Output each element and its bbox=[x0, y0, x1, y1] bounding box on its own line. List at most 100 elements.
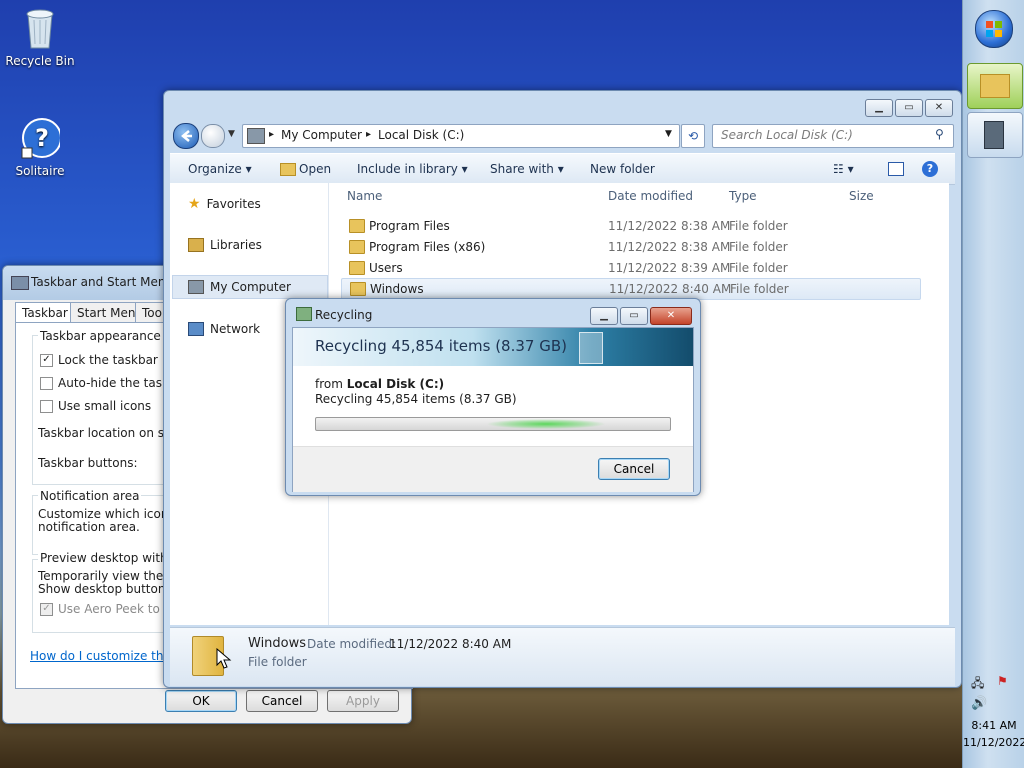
column-name[interactable]: Name bbox=[347, 189, 382, 203]
nav-my-computer[interactable]: My Computer bbox=[188, 280, 291, 294]
minimize-button[interactable]: ▁ bbox=[865, 99, 893, 117]
folder-icon bbox=[350, 282, 366, 296]
maximize-button[interactable]: ▭ bbox=[895, 99, 923, 117]
nav-favorites-label: Favorites bbox=[206, 197, 261, 211]
appearance-heading: Taskbar appearance bbox=[38, 329, 163, 343]
folder-icon bbox=[349, 240, 365, 254]
maximize-button[interactable]: ▭ bbox=[620, 307, 648, 325]
solitaire-desktop-icon[interactable]: ? Solitaire bbox=[0, 116, 80, 178]
preview-pane-icon[interactable] bbox=[888, 162, 904, 176]
recycle-icon bbox=[296, 307, 312, 321]
solitaire-label: Solitaire bbox=[15, 164, 65, 178]
nav-libraries-label: Libraries bbox=[210, 238, 262, 252]
details-pane: Windows Date modified: 11/12/2022 8:40 A… bbox=[170, 627, 955, 686]
ok-button[interactable]: OK bbox=[165, 690, 237, 712]
taskbar-properties-icon bbox=[984, 121, 1004, 149]
back-button[interactable] bbox=[173, 123, 199, 149]
recycle-bin-desktop-icon[interactable]: Recycle Bin bbox=[0, 6, 80, 68]
recycling-headline: Recycling 45,854 items (8.37 GB) bbox=[315, 337, 567, 355]
address-bar[interactable]: ▸ My Computer ▸ Local Disk (C:) ▼ bbox=[242, 124, 680, 148]
lock-taskbar-option[interactable]: ✓ Lock the taskbar bbox=[40, 353, 158, 367]
nav-network[interactable]: Network bbox=[188, 322, 260, 336]
column-date-modified[interactable]: Date modified bbox=[608, 189, 693, 203]
recent-pages-chevron-icon[interactable]: ▼ bbox=[228, 129, 235, 139]
folder-icon bbox=[349, 219, 365, 233]
new-folder-button[interactable]: New folder bbox=[590, 162, 655, 176]
autohide-checkbox[interactable] bbox=[40, 376, 53, 390]
share-with-menu[interactable]: Share with ▾ bbox=[490, 162, 564, 176]
column-type[interactable]: Type bbox=[729, 189, 757, 203]
details-date-value: 11/12/2022 8:40 AM bbox=[389, 637, 512, 651]
folder-icon bbox=[349, 261, 365, 275]
taskbar-icon bbox=[11, 276, 29, 290]
recycling-title-buttons: ▁ ▭ ✕ bbox=[590, 307, 692, 325]
close-button[interactable]: ✕ bbox=[925, 99, 953, 117]
from-value: Local Disk (C:) bbox=[346, 377, 445, 391]
start-button[interactable] bbox=[975, 10, 1013, 48]
small-icons-checkbox[interactable] bbox=[40, 399, 53, 413]
refresh-button[interactable]: ⟲ bbox=[681, 124, 705, 148]
aero-peek-checkbox[interactable]: ✓ bbox=[40, 602, 53, 616]
clock-date[interactable]: 11/12/2022 bbox=[963, 736, 1024, 749]
network-tray-icon[interactable]: 🖧 bbox=[971, 674, 984, 695]
table-row[interactable]: Program Files 11/12/2022 8:38 AM File fo… bbox=[341, 216, 919, 236]
lock-taskbar-checkbox[interactable]: ✓ bbox=[40, 353, 53, 367]
recycling-status: Recycling 45,854 items (8.37 GB) bbox=[315, 392, 517, 406]
row-type: File folder bbox=[729, 240, 788, 254]
from-label-text: from bbox=[315, 377, 343, 391]
close-button[interactable]: ✕ bbox=[650, 307, 692, 325]
nav-libraries[interactable]: Libraries bbox=[188, 238, 262, 252]
volume-icon[interactable]: 🔊 bbox=[971, 696, 987, 711]
cancel-recycling-button[interactable]: Cancel bbox=[598, 458, 670, 480]
breadcrumb-arrow-icon[interactable]: ▸ bbox=[366, 129, 371, 140]
breadcrumb-arrow-icon[interactable]: ▸ bbox=[269, 129, 274, 140]
recycling-dialog: Recycling ▁ ▭ ✕ Recycling 45,854 items (… bbox=[285, 298, 701, 496]
row-date: 11/12/2022 8:38 AM bbox=[608, 219, 731, 233]
table-row[interactable]: Program Files (x86) 11/12/2022 8:38 AM F… bbox=[341, 237, 919, 257]
notification-text-2: notification area. bbox=[38, 520, 140, 534]
search-box[interactable]: Search Local Disk (C:) ⚲ bbox=[712, 124, 954, 148]
details-type: File folder bbox=[248, 655, 307, 669]
recycling-body: Recycling 45,854 items (8.37 GB) from Lo… bbox=[292, 327, 694, 492]
breadcrumb-my-computer[interactable]: My Computer bbox=[281, 128, 362, 142]
computer-icon bbox=[247, 128, 265, 144]
clock-time[interactable]: 8:41 AM bbox=[963, 719, 1024, 732]
minimize-button[interactable]: ▁ bbox=[590, 307, 618, 325]
computer-icon bbox=[188, 280, 204, 294]
search-input[interactable]: Search Local Disk (C:) bbox=[721, 128, 853, 142]
action-center-icon[interactable]: ⚑ bbox=[997, 674, 1008, 688]
windows-logo-icon bbox=[986, 21, 1002, 37]
help-icon: ? bbox=[21, 118, 60, 159]
buttons-label: Taskbar buttons: bbox=[38, 456, 138, 470]
row-date: 11/12/2022 8:38 AM bbox=[608, 240, 731, 254]
apply-button[interactable]: Apply bbox=[327, 690, 399, 712]
include-library-label: Include in library bbox=[357, 162, 458, 176]
taskbar-properties-button[interactable] bbox=[967, 112, 1023, 158]
cancel-props-button[interactable]: Cancel bbox=[246, 690, 318, 712]
organize-menu[interactable]: Organize ▾ bbox=[188, 162, 252, 176]
taskbar-explorer-button[interactable] bbox=[967, 63, 1023, 109]
explorer-title-buttons: ▁ ▭ ✕ bbox=[865, 99, 953, 117]
row-type: File folder bbox=[729, 261, 788, 275]
search-icon[interactable]: ⚲ bbox=[935, 127, 944, 141]
row-date: 11/12/2022 8:39 AM bbox=[608, 261, 731, 275]
row-name: Windows bbox=[370, 282, 424, 296]
column-size[interactable]: Size bbox=[849, 189, 874, 203]
help-button-icon[interactable]: ? bbox=[922, 161, 938, 177]
small-icons-option[interactable]: Use small icons bbox=[40, 399, 151, 413]
table-row[interactable]: Users 11/12/2022 8:39 AM File folder bbox=[341, 258, 919, 278]
view-options-icon[interactable]: ☷ ▾ bbox=[833, 162, 854, 176]
table-row-selected[interactable]: Windows 11/12/2022 8:40 AM File folder bbox=[341, 278, 921, 300]
nav-network-label: Network bbox=[210, 322, 261, 336]
breadcrumb-local-disk[interactable]: Local Disk (C:) bbox=[378, 128, 464, 142]
open-folder-icon bbox=[280, 163, 296, 176]
include-library-menu[interactable]: Include in library ▾ bbox=[357, 162, 468, 176]
address-dropdown-icon[interactable]: ▼ bbox=[665, 129, 672, 139]
nav-favorites[interactable]: ★ Favorites bbox=[188, 196, 261, 212]
row-name: Program Files (x86) bbox=[369, 240, 486, 254]
open-button[interactable]: Open bbox=[299, 162, 331, 176]
back-arrow-icon bbox=[181, 130, 192, 142]
tab-taskbar[interactable]: Taskbar bbox=[15, 302, 75, 323]
taskbar: 🖧 ⚑ 🔊 8:41 AM 11/12/2022 bbox=[962, 0, 1024, 768]
forward-button[interactable] bbox=[201, 124, 225, 148]
